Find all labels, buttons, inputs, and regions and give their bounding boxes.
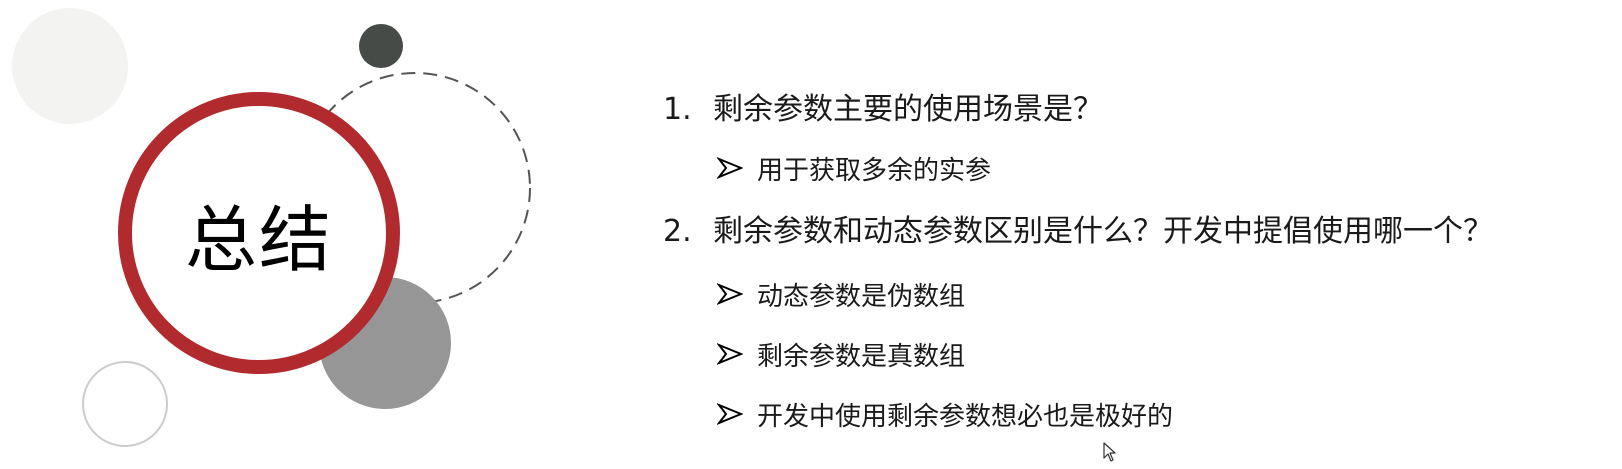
slide-title: 总结	[184, 197, 333, 282]
arrowhead-bullet-icon	[717, 343, 743, 365]
summary-content: 1. 剩余参数主要的使用场景是？ 用于获取多余的实参 2. 剩余参数和动态参数区…	[663, 90, 1603, 434]
title-ring: 总结	[118, 92, 400, 374]
light-gray-circle	[12, 8, 128, 124]
answer-text: 开发中使用剩余参数想必也是极好的	[757, 401, 1174, 432]
question-2: 2. 剩余参数和动态参数区别是什么？开发中提倡使用哪一个？	[663, 212, 1603, 252]
question-number: 2.	[663, 214, 692, 249]
question-number: 1.	[663, 92, 692, 127]
arrowhead-bullet-icon	[717, 157, 743, 179]
question-2-answers: 动态参数是伪数组 剩余参数是真数组 开发中使用剩余参数想必也是极好的	[663, 274, 1603, 434]
answer-text: 用于获取多余的实参	[757, 155, 992, 186]
question-1: 1. 剩余参数主要的使用场景是？	[663, 90, 1603, 130]
dark-circle	[359, 24, 403, 68]
answer-item: 剩余参数是真数组	[717, 334, 1603, 374]
answer-text: 动态参数是伪数组	[757, 281, 966, 312]
question-text: 剩余参数和动态参数区别是什么？开发中提倡使用哪一个？	[713, 214, 1493, 249]
answer-item: 开发中使用剩余参数想必也是极好的	[717, 394, 1603, 434]
question-text: 剩余参数主要的使用场景是？	[713, 92, 1103, 127]
arrowhead-bullet-icon	[717, 403, 743, 425]
answer-text: 剩余参数是真数组	[757, 341, 966, 372]
outline-circle	[82, 361, 168, 447]
answer-item: 动态参数是伪数组	[717, 274, 1603, 314]
answer-item: 用于获取多余的实参	[717, 148, 1603, 188]
question-1-answers: 用于获取多余的实参	[663, 148, 1603, 188]
arrowhead-bullet-icon	[717, 283, 743, 305]
mouse-pointer-icon	[1103, 442, 1116, 462]
